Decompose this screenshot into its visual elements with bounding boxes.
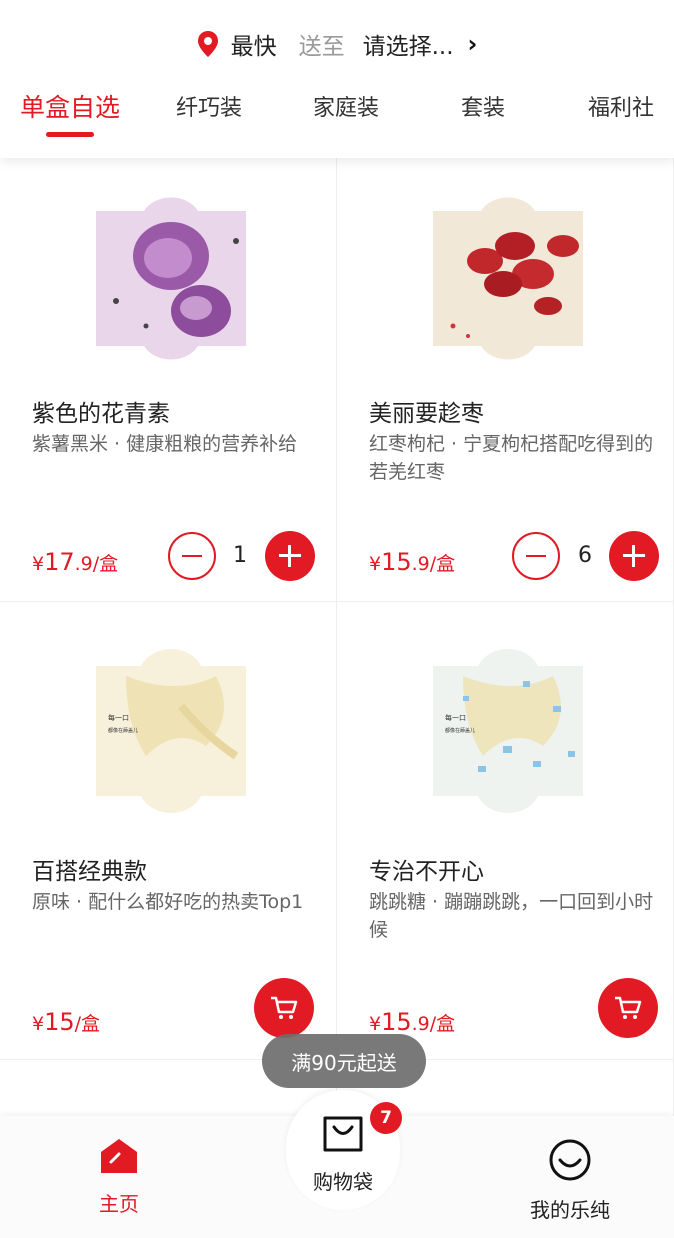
cart-icon (615, 996, 642, 1019)
product-desc: 原味 · 配什么都好吃的热卖Top1 (32, 891, 304, 913)
tab-welfare[interactable]: 福利社 (588, 90, 654, 122)
cart-count-badge: 7 (370, 1102, 402, 1134)
product-image[interactable]: 每一口 都像在舔盖儿 (86, 636, 256, 821)
price-unit: /盒 (92, 553, 119, 575)
shopping-bag-label: 购物袋 (313, 1170, 373, 1194)
price-decimal: .9 (411, 1013, 430, 1035)
product-grid: 紫色的花青素 紫薯黑米 · 健康粗粮的营养补给 ¥17.9/盒 1 美丽要趁枣 … (0, 158, 674, 1160)
price-currency: ¥ (369, 553, 382, 575)
quantity-value: 6 (578, 543, 592, 568)
tab-set[interactable]: 套装 (461, 90, 505, 122)
product-price: ¥17.9/盒 (32, 548, 118, 576)
home-icon (101, 1139, 137, 1173)
nav-home-label: 主页 (99, 1192, 139, 1216)
product-price: ¥15/盒 (32, 1008, 100, 1036)
chevron-right-icon[interactable]: › (468, 30, 478, 58)
price-decimal: .9 (74, 553, 93, 575)
quantity-value: 1 (233, 543, 247, 568)
decrease-qty-button[interactable] (168, 532, 216, 580)
address-selector[interactable]: 请选择... (363, 27, 454, 61)
product-desc: 红枣枸杞 · 宁夏枸杞搭配吃得到的若羌红枣 (369, 433, 654, 483)
top-header: 最快 送至 请选择... › 单盒自选 纤巧装 家庭装 套装 福利社 (0, 0, 674, 158)
product-card[interactable]: 每一口 都像在舔盖儿 专治不开心 跳跳糖 · 蹦蹦跳跳，一口回到小时候 ¥15.… (337, 602, 674, 1060)
product-card[interactable]: 每一口 都像在舔盖儿 百搭经典款 原味 · 配什么都好吃的热卖Top1 ¥15/… (0, 602, 337, 1060)
increase-qty-button[interactable] (265, 531, 315, 581)
svg-text:都像在舔盖儿: 都像在舔盖儿 (108, 727, 138, 734)
tab-single-box[interactable]: 单盒自选 (20, 88, 120, 124)
nav-home[interactable]: 主页 (86, 1138, 152, 1217)
price-integer: 17 (44, 548, 75, 576)
add-to-cart-button[interactable] (598, 978, 658, 1038)
price-integer: 15 (381, 548, 412, 576)
price-unit: /盒 (74, 1013, 101, 1035)
product-image[interactable] (86, 186, 256, 371)
price-currency: ¥ (32, 1013, 45, 1035)
location-pin-icon (197, 31, 218, 57)
decrease-qty-button[interactable] (512, 532, 560, 580)
delivery-speed: 最快 (230, 34, 277, 60)
min-order-toast: 满90元起送 (262, 1034, 426, 1088)
tab-slim-pack[interactable]: 纤巧装 (176, 90, 242, 122)
price-unit: /盒 (429, 553, 456, 575)
delivery-bar[interactable]: 最快 送至 请选择... › (0, 24, 674, 64)
product-price: ¥15.9/盒 (369, 548, 455, 576)
price-integer: 15 (44, 1008, 75, 1036)
send-to-label: 送至 (298, 34, 345, 60)
product-name: 美丽要趁枣 (369, 401, 484, 427)
price-currency: ¥ (32, 553, 45, 575)
price-decimal: .9 (411, 553, 430, 575)
product-name: 百搭经典款 (32, 859, 147, 885)
product-desc: 紫薯黑米 · 健康粗粮的营养补给 (32, 433, 298, 455)
price-integer: 15 (381, 1008, 412, 1036)
cart-icon (271, 996, 298, 1019)
price-currency: ¥ (369, 1013, 382, 1035)
active-tab-indicator (46, 132, 94, 137)
shopping-bag-icon (323, 1116, 363, 1152)
nav-profile-label: 我的乐纯 (530, 1198, 610, 1222)
product-price: ¥15.9/盒 (369, 1008, 455, 1036)
product-image[interactable]: 每一口 都像在舔盖儿 (423, 636, 593, 821)
nav-profile[interactable]: 我的乐纯 (520, 1138, 620, 1223)
smile-icon (549, 1139, 591, 1181)
product-card[interactable]: 美丽要趁枣 红枣枸杞 · 宁夏枸杞搭配吃得到的若羌红枣 ¥15.9/盒 6 (337, 158, 674, 602)
product-name: 专治不开心 (369, 859, 484, 885)
increase-qty-button[interactable] (609, 531, 659, 581)
product-name: 紫色的花青素 (32, 401, 170, 427)
price-unit: /盒 (429, 1013, 456, 1035)
product-card[interactable]: 紫色的花青素 紫薯黑米 · 健康粗粮的营养补给 ¥17.9/盒 1 (0, 158, 337, 602)
product-desc: 跳跳糖 · 蹦蹦跳跳，一口回到小时候 (369, 891, 654, 941)
product-image[interactable] (423, 186, 593, 371)
category-tabs: 单盒自选 纤巧装 家庭装 套装 福利社 (0, 82, 674, 142)
add-to-cart-button[interactable] (254, 978, 314, 1038)
svg-text:每一口: 每一口 (108, 713, 129, 722)
svg-text:都像在舔盖儿: 都像在舔盖儿 (445, 727, 475, 734)
tab-family-pack[interactable]: 家庭装 (313, 90, 379, 122)
svg-text:每一口: 每一口 (445, 713, 466, 722)
